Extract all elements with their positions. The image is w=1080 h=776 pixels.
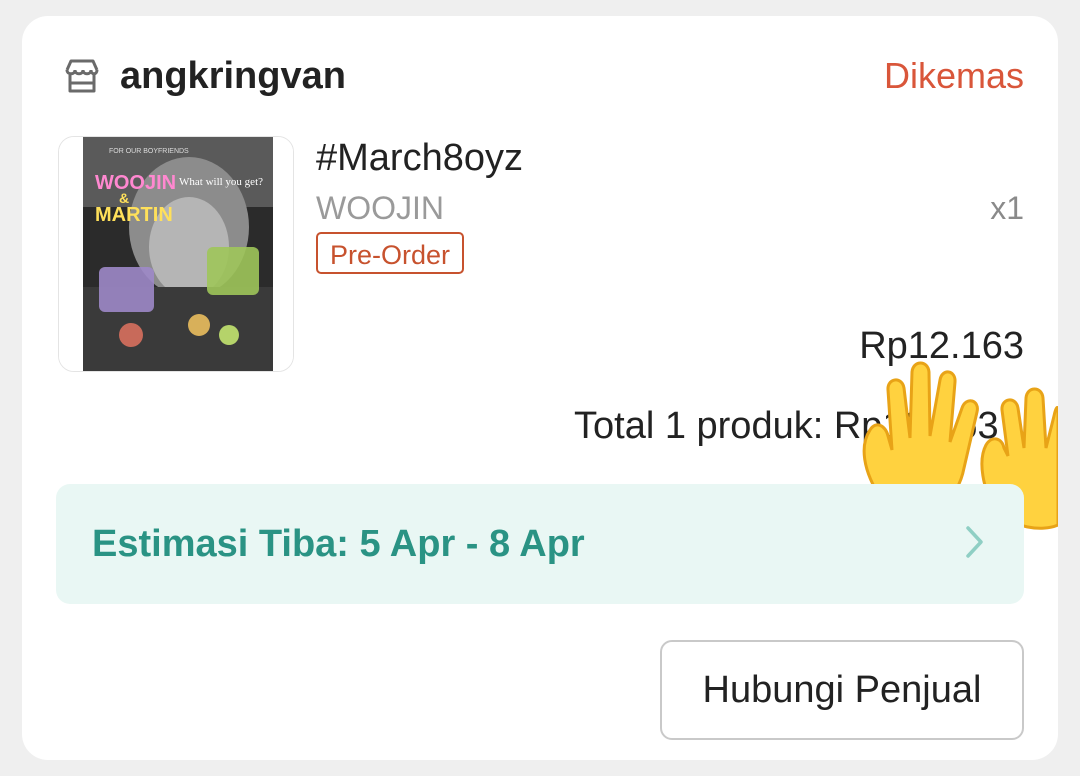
product-image[interactable]: WOOJIN & MARTIN What will you get? FOR O… (58, 136, 294, 372)
image-top-text: FOR OUR BOYFRIENDS (109, 148, 189, 155)
image-tagline: What will you get? (179, 176, 263, 188)
product-quantity: x1 (990, 190, 1024, 226)
pre-order-badge: Pre-Order (316, 232, 465, 274)
total-label: Total 1 produk: (574, 405, 824, 447)
shop-header[interactable]: angkringvan Dikemas (62, 52, 1024, 100)
estimated-arrival-row[interactable]: Estimasi Tiba: 5 Apr - 8 Apr (56, 484, 1024, 604)
chevron-right-icon (964, 524, 986, 560)
estimated-arrival-text: Estimasi Tiba: 5 Apr - 8 Apr (92, 523, 585, 565)
shop-name[interactable]: angkringvan (120, 56, 346, 96)
store-icon (62, 56, 102, 96)
image-title-1: WOOJIN (95, 172, 176, 194)
product-name[interactable]: #March8oyz (316, 136, 523, 180)
order-status: Dikemas (883, 55, 1024, 96)
order-card[interactable]: angkringvan Dikemas WOOJIN & MARTIN What… (22, 16, 1058, 760)
contact-seller-button[interactable]: Hubungi Penjual (660, 640, 1024, 740)
product-variant: WOOJIN (316, 190, 444, 226)
image-title-3: MARTIN (95, 204, 173, 226)
